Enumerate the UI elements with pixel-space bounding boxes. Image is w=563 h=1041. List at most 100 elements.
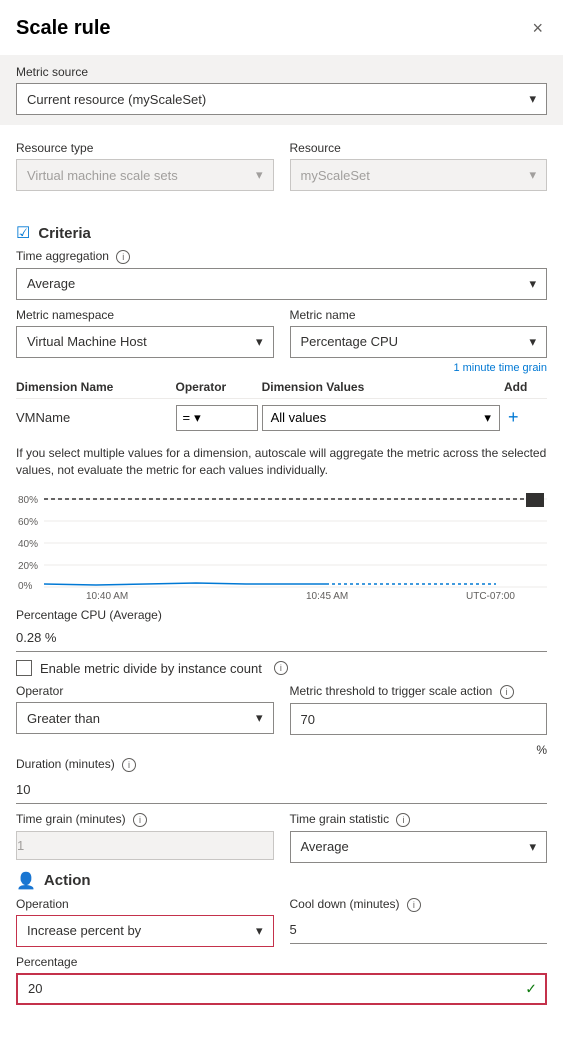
resource-cols: Resource type Virtual machine scale sets… — [16, 141, 547, 191]
time-grain-input — [16, 831, 274, 860]
percentage-check-icon: ✓ — [525, 980, 537, 997]
operator-select-field[interactable]: Greater than ▾ — [16, 702, 274, 734]
resource-chevron: ▾ — [529, 167, 536, 183]
resource-type-label: Resource type — [16, 141, 274, 155]
percentage-input[interactable] — [16, 973, 547, 1005]
dimension-values-header: Dimension Values — [262, 376, 504, 399]
metric-source-chevron: ▾ — [529, 91, 536, 107]
metric-name-value: Percentage CPU — [301, 334, 399, 349]
resource-type-value: Virtual machine scale sets — [27, 168, 178, 183]
resource-type-chevron: ▾ — [256, 167, 263, 183]
operation-value: Increase percent by — [27, 923, 141, 938]
metric-namespace-row: Metric namespace Virtual Machine Host ▾ … — [16, 308, 547, 358]
values-chevron: ▾ — [484, 410, 491, 426]
resource-value: myScaleSet — [301, 168, 370, 183]
add-dimension-button[interactable]: + — [504, 407, 523, 428]
svg-text:0%: 0% — [18, 581, 33, 592]
metric-threshold-label: Metric threshold to trigger scale action… — [290, 684, 548, 699]
time-aggregation-value: Average — [27, 276, 75, 291]
svg-text:10:40 AM: 10:40 AM — [86, 591, 128, 602]
resource-row: Resource type Virtual machine scale sets… — [0, 125, 563, 199]
metric-threshold-input[interactable] — [290, 703, 548, 735]
time-grain-statistic-label: Time grain statistic i — [290, 812, 548, 827]
operator-select[interactable]: = ▾ — [176, 405, 258, 431]
resource-col: Resource myScaleSet ▾ — [290, 141, 548, 191]
resource-type-col: Resource type Virtual machine scale sets… — [16, 141, 274, 191]
time-aggregation-label: Time aggregation i — [16, 249, 547, 264]
metric-name-select[interactable]: Percentage CPU ▾ — [290, 326, 548, 358]
action-title: Action — [44, 872, 91, 889]
chart-container: 80% 60% 40% 20% 0% — [16, 486, 547, 606]
dimension-add-header: Add — [504, 376, 547, 399]
resource-label: Resource — [290, 141, 548, 155]
dimension-add-cell: + — [504, 398, 547, 437]
dimension-operator-cell: = ▾ — [176, 398, 262, 437]
page-title: Scale rule — [16, 17, 111, 40]
duration-row: Duration (minutes) i — [16, 757, 547, 804]
metric-namespace-chevron: ▾ — [256, 334, 263, 350]
time-grain-label: Time grain (minutes) i — [16, 812, 274, 827]
metric-name-col: Metric name Percentage CPU ▾ — [290, 308, 548, 358]
action-icon: 👤 — [16, 871, 36, 891]
scale-rule-panel: Scale rule × Metric source Current resou… — [0, 0, 563, 1021]
dimension-values-select[interactable]: All values ▾ — [262, 405, 500, 431]
enable-metric-row: Enable metric divide by instance count i — [16, 660, 547, 676]
time-grain-statistic-col: Time grain statistic i Average ▾ — [290, 812, 548, 863]
time-grain-statistic-select[interactable]: Average ▾ — [290, 831, 548, 863]
svg-text:60%: 60% — [18, 517, 38, 528]
action-heading: 👤 Action — [16, 871, 547, 891]
metric-name-label: Metric name — [290, 308, 548, 322]
metric-threshold-info-icon[interactable]: i — [500, 685, 514, 699]
chart-svg: 80% 60% 40% 20% 0% — [16, 486, 547, 606]
time-aggregation-select[interactable]: Average ▾ — [16, 268, 547, 300]
operator-threshold-row: Operator Greater than ▾ Metric threshold… — [16, 684, 547, 735]
criteria-title: Criteria — [38, 225, 91, 242]
resource-type-select: Virtual machine scale sets ▾ — [16, 159, 274, 191]
operator-col: Operator Greater than ▾ — [16, 684, 274, 735]
duration-input[interactable] — [16, 776, 547, 804]
enable-metric-checkbox[interactable] — [16, 660, 32, 676]
close-button[interactable]: × — [528, 14, 547, 43]
metric-value-label: Percentage CPU (Average) — [16, 608, 547, 622]
operator-chevron: ▾ — [194, 410, 201, 426]
enable-metric-info-icon[interactable]: i — [274, 661, 288, 675]
percentage-row: Percentage ✓ — [16, 955, 547, 1005]
metric-namespace-col: Metric namespace Virtual Machine Host ▾ — [16, 308, 274, 358]
enable-metric-label: Enable metric divide by instance count — [40, 661, 262, 676]
metric-source-value: Current resource (myScaleSet) — [27, 92, 206, 107]
dimension-name-header: Dimension Name — [16, 376, 176, 399]
metric-namespace-select[interactable]: Virtual Machine Host ▾ — [16, 326, 274, 358]
metric-name-chevron: ▾ — [529, 334, 536, 350]
time-grain-statistic-chevron: ▾ — [529, 839, 536, 855]
duration-label: Duration (minutes) i — [16, 757, 547, 772]
svg-text:UTC-07:00: UTC-07:00 — [466, 591, 515, 602]
operator-label: Operator — [16, 684, 274, 698]
criteria-icon: ☑ — [16, 223, 30, 243]
svg-text:40%: 40% — [18, 539, 38, 550]
duration-info-icon[interactable]: i — [122, 758, 136, 772]
time-grain-statistic-info-icon[interactable]: i — [396, 813, 410, 827]
metric-source-section: Metric source Current resource (myScaleS… — [0, 55, 563, 125]
time-aggregation-info-icon[interactable]: i — [116, 250, 130, 264]
metric-source-select[interactable]: Current resource (myScaleSet) ▾ — [16, 83, 547, 115]
operation-col: Operation Increase percent by ▾ — [16, 897, 274, 947]
cool-down-info-icon[interactable]: i — [407, 898, 421, 912]
metric-namespace-value: Virtual Machine Host — [27, 334, 147, 349]
operation-chevron: ▾ — [256, 923, 263, 939]
cool-down-col: Cool down (minutes) i — [290, 897, 548, 947]
metric-source-label: Metric source — [16, 65, 547, 79]
resource-select: myScaleSet ▾ — [290, 159, 548, 191]
time-grain-info-icon[interactable]: i — [133, 813, 147, 827]
cool-down-input[interactable] — [290, 916, 548, 944]
time-aggregation-chevron: ▾ — [529, 276, 536, 292]
dimension-info-text: If you select multiple values for a dime… — [16, 445, 547, 479]
svg-text:80%: 80% — [18, 495, 38, 506]
operation-select[interactable]: Increase percent by ▾ — [16, 915, 274, 947]
dimension-values-cell: All values ▾ — [262, 398, 504, 437]
percent-suffix: % — [16, 743, 547, 757]
time-grain-col: Time grain (minutes) i — [16, 812, 274, 863]
criteria-heading: ☑ Criteria — [16, 223, 547, 243]
percentage-input-wrapper: ✓ — [16, 973, 547, 1005]
time-grain-note: 1 minute time grain — [16, 362, 547, 374]
metric-value: 0.28 % — [16, 630, 56, 645]
